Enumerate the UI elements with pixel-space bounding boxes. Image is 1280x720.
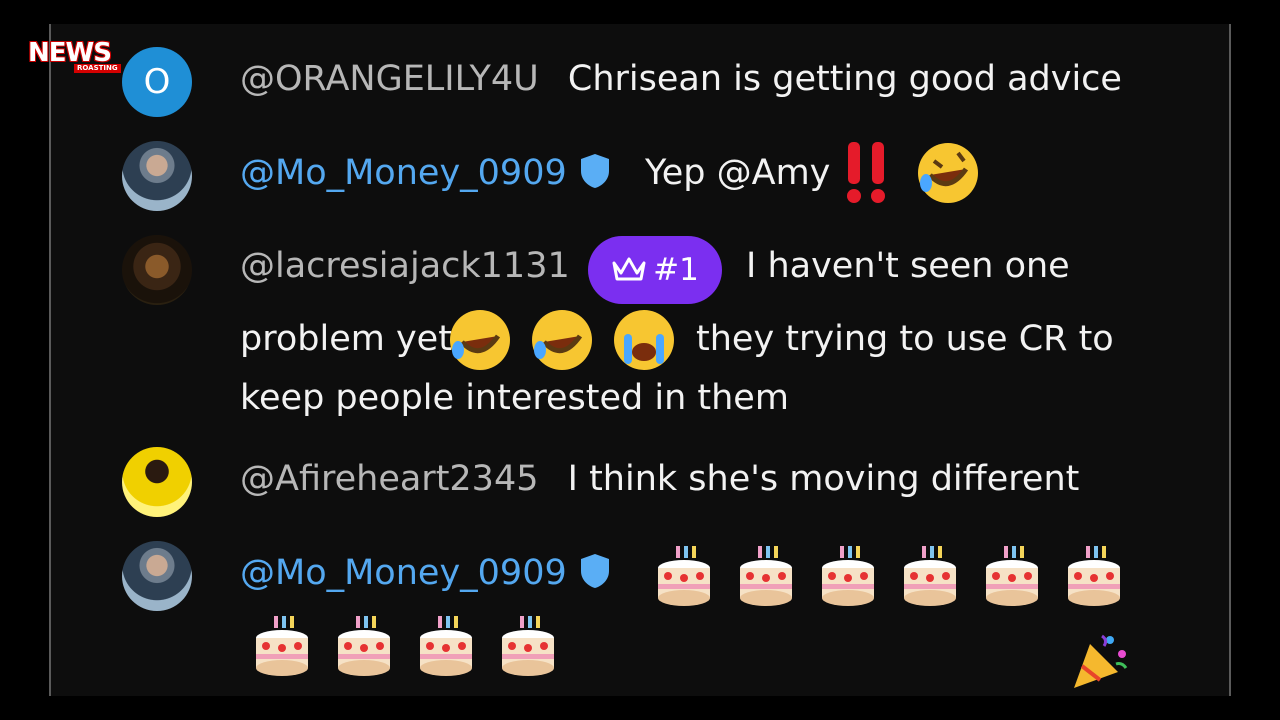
comment-username[interactable]: @Mo_Money_0909: [240, 553, 567, 593]
badge-label: #1: [653, 252, 699, 288]
comment-username[interactable]: @Mo_Money_0909: [240, 153, 567, 193]
verified-shield-icon: [580, 154, 609, 188]
comment-text: I haven't seen one: [746, 246, 1070, 286]
comment-text: they trying to use CR to: [696, 319, 1114, 359]
avatar[interactable]: [122, 447, 192, 517]
top-fan-badge: #1: [588, 236, 722, 304]
comment-row: @Afireheart2345 I think she's moving dif…: [240, 458, 1079, 500]
comment-text-line: problem yet: [240, 318, 452, 360]
logo-subtitle: ROASTING: [74, 64, 121, 73]
news-roasting-logo: NEWS ROASTING: [28, 38, 136, 74]
rofl-emoji-icon: [532, 310, 592, 370]
comment-row: @lacresiajack1131: [240, 245, 570, 287]
double-exclamation-icon: [847, 142, 885, 203]
rofl-emoji-icon: [450, 310, 510, 370]
avatar[interactable]: [122, 235, 192, 305]
avatar[interactable]: O: [122, 47, 192, 117]
birthday-cake-icon: [416, 614, 476, 684]
comment-row: @Mo_Money_0909: [240, 552, 612, 594]
verified-shield-icon: [580, 554, 609, 588]
comment-text-line: I haven't seen one: [746, 245, 1070, 287]
comment-text-line: keep people interested in them: [240, 377, 789, 419]
comment-text-line: they trying to use CR to: [696, 318, 1114, 360]
birthday-cake-icon: [498, 614, 558, 684]
avatar[interactable]: [122, 541, 192, 611]
party-popper-icon: [1074, 634, 1128, 688]
comment-text: Yep @Amy: [645, 153, 831, 193]
birthday-cake-icon: [252, 614, 312, 684]
crying-emoji-icon: [614, 310, 674, 370]
avatar[interactable]: [122, 141, 192, 211]
comment-text: Chrisean is getting good advice: [567, 59, 1122, 99]
comment-username[interactable]: @ORANGELILY4U: [240, 59, 539, 99]
birthday-cake-icon: [900, 544, 960, 614]
rofl-emoji-icon: [918, 143, 978, 203]
comment-text: I think she's moving different: [567, 459, 1080, 499]
birthday-cake-icon: [982, 544, 1042, 614]
birthday-cake-icon: [654, 544, 714, 614]
comment-username[interactable]: @Afireheart2345: [240, 459, 539, 499]
crown-icon: [612, 257, 646, 281]
comment-text: problem yet: [240, 319, 452, 359]
birthday-cake-icon: [736, 544, 796, 614]
comment-text: keep people interested in them: [240, 378, 789, 418]
birthday-cake-icon: [818, 544, 878, 614]
birthday-cake-icon: [334, 614, 394, 684]
comment-username[interactable]: @lacresiajack1131: [240, 246, 570, 286]
avatar-letter: O: [143, 62, 171, 102]
birthday-cake-icon: [1064, 544, 1124, 614]
comment-row: @ORANGELILY4U Chrisean is getting good a…: [240, 58, 1122, 100]
comment-row: @Mo_Money_0909 Yep @Amy: [240, 152, 830, 194]
